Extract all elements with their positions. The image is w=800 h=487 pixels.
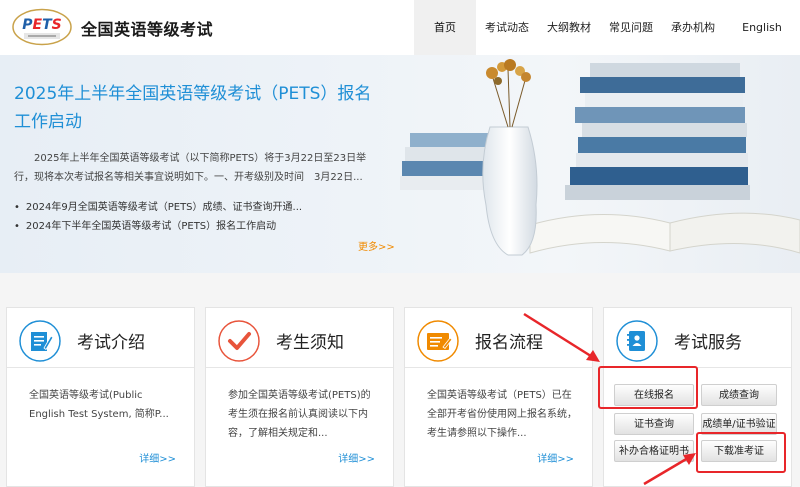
card-candidate-notice: 考生须知 参加全国英语等级考试(PETS)的考生须在报名前认真阅读以下内容，了解… [205,307,394,487]
details-link[interactable]: 详细>> [537,450,574,465]
page: { "header": { "logo_text": "PETS", "logo… [0,0,800,487]
site-title: 全国英语等级考试 [81,20,214,39]
news-list: 2024年9月全国英语等级考试（PETS）成绩、证书查询开通... 2024年下… [14,198,302,236]
nav-organizers[interactable]: 承办机构 [662,0,724,55]
card-header: 考生须知 [206,308,393,368]
checkmark-icon [218,320,260,362]
red-arrow-icon [523,312,600,362]
card-title[interactable]: 考试服务 [674,328,742,353]
card-header: 考试介绍 [7,308,194,368]
books-vase-illustration [400,59,800,256]
card-exam-intro: 考试介绍 全国英语等级考试(Public English Test System… [6,307,195,487]
details-link[interactable]: 详细>> [139,450,176,465]
document-edit-icon [19,320,61,362]
highlight-box-online-register [598,366,698,409]
card-header: 考试服务 [604,308,791,368]
highlight-box-download-ticket [696,432,786,473]
nav-home[interactable]: 首页 [414,0,476,55]
main-nav: 首页 考试动态 大纲教材 常见问题 承办机构 English [414,0,800,55]
news-summary: 2025年上半年全国英语等级考试（以下简称PETS）将于3月22日至23日举行，… [14,153,367,183]
card-title[interactable]: 考试介绍 [77,328,145,353]
score-query-button[interactable]: 成绩查询 [701,384,777,406]
nav-english[interactable]: English [724,0,800,55]
red-arrow-icon [643,453,696,486]
card-title[interactable]: 考生须知 [276,328,344,353]
header: PETS 全国英语等级考试 首页 考试动态 大纲教材 常见问题 承办机构 Eng… [0,0,800,55]
pets-logo[interactable]: PETS [12,8,72,46]
details-link[interactable]: 详细>> [338,450,375,465]
news-list-item[interactable]: 2024年9月全国英语等级考试（PETS）成绩、证书查询开通... [14,198,302,217]
more-news-link[interactable]: 更多>> [358,238,395,253]
nav-exam-news[interactable]: 考试动态 [476,0,538,55]
card-description: 全国英语等级考试（PETS）已在全部开考省份使用网上报名系统，考生请参照以下操作… [427,390,577,439]
news-headline[interactable]: 2025年上半年全国英语等级考试（PETS）报名工作启动 [14,80,384,136]
card-description: 参加全国英语等级考试(PETS)的考生须在报名前认真阅读以下内容，了解相关规定和… [228,390,371,439]
card-description: 全国英语等级考试(Public English Test System, 简称P… [29,390,169,420]
address-book-icon [616,320,658,362]
nav-syllabus[interactable]: 大纲教材 [538,0,600,55]
register-form-icon [417,320,459,362]
nav-faq[interactable]: 常见问题 [600,0,662,55]
news-list-item[interactable]: 2024年下半年全国英语等级考试（PETS）报名工作启动 [14,217,302,236]
svg-text:PETS: PETS [22,17,62,33]
news-banner: 2025年上半年全国英语等级考试（PETS）报名工作启动 2025年上半年全国英… [0,55,800,273]
cert-query-button[interactable]: 证书查询 [614,413,694,435]
